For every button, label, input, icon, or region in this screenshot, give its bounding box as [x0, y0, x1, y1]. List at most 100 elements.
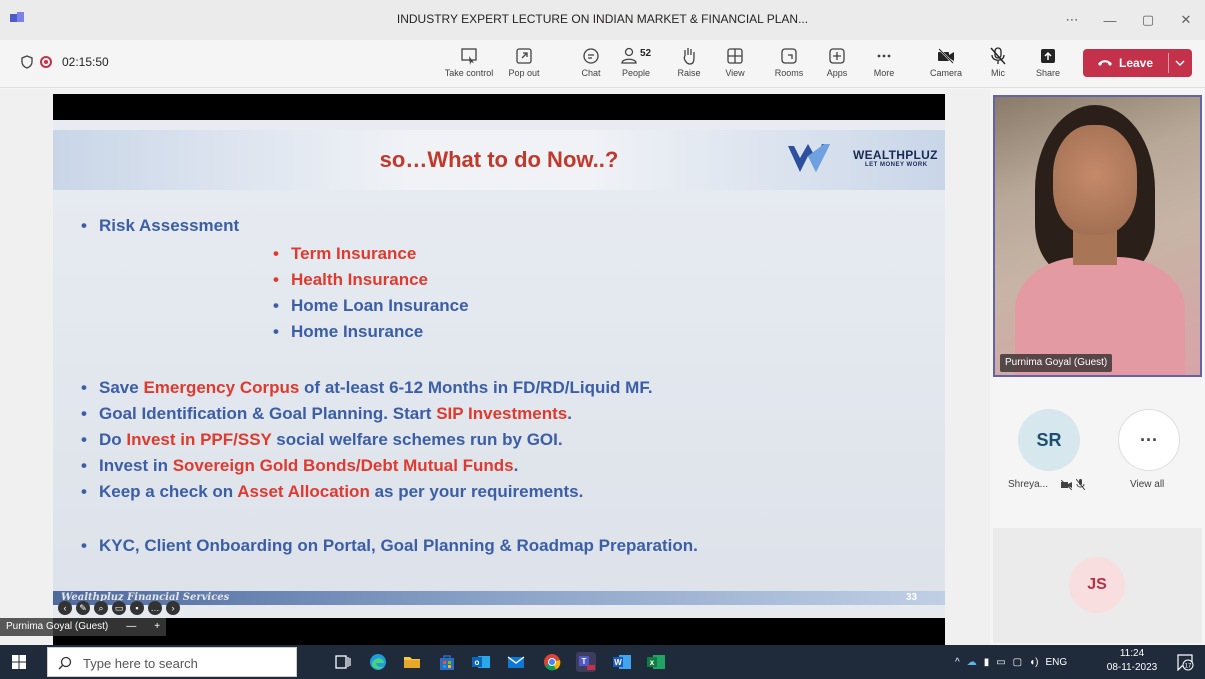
more-button[interactable]: More — [870, 44, 898, 84]
mic-off-icon — [1076, 479, 1085, 490]
recording-icon — [40, 56, 52, 68]
presentation-controls: ‹ ✎ ⌕ ▭ ▪ … › — [58, 601, 180, 615]
maximize-button[interactable]: ▢ — [1129, 12, 1167, 28]
captions-icon[interactable]: ▭ — [112, 601, 126, 615]
camera-off-icon — [938, 48, 954, 64]
rooms-button[interactable]: Rooms — [772, 44, 806, 84]
pop-out-button[interactable]: Pop out — [506, 44, 542, 84]
windows-taskbar: Type here to search o T W x ^ ☁ ▮ ▭ ▢ ◖)… — [0, 645, 1205, 679]
more-options-icon[interactable]: … — [148, 601, 162, 615]
pop-out-icon — [516, 48, 532, 64]
taskbar-clock[interactable]: 11:24 08-11-2023 — [1102, 647, 1162, 675]
close-button[interactable]: ✕ — [1167, 12, 1205, 28]
slide-footer: Wealthpluz Financial Services 33 — [53, 591, 945, 618]
minimize-button[interactable]: — — [1091, 13, 1129, 28]
participant-avatar-sr[interactable]: SR — [1018, 409, 1080, 471]
microphone-tray-icon[interactable]: ▮ — [984, 657, 990, 668]
bullet: • Goal Identification & Goal Planning. St… — [81, 404, 572, 423]
meeting-toolbar: 02:15:50 Take control Pop out Chat 52 Pe… — [0, 40, 1205, 88]
apps-button[interactable]: Apps — [823, 44, 851, 84]
onedrive-icon[interactable]: ☁ — [967, 657, 977, 668]
zoom-out-button[interactable]: — — [126, 618, 136, 636]
slide-letterbox-bottom — [53, 618, 945, 645]
sub-bullet: • Home Insurance — [273, 322, 424, 341]
mic-button[interactable]: Mic — [984, 44, 1012, 84]
store-icon[interactable] — [437, 652, 457, 672]
view-all-button[interactable]: ··· — [1118, 409, 1180, 471]
participant-avatar-js[interactable]: JS — [1069, 557, 1125, 613]
logo-tagline: LET MONEY WORK — [865, 162, 928, 168]
participant-video-tile[interactable]: Purnima Goyal (Guest) — [993, 95, 1202, 377]
people-icon — [621, 47, 637, 64]
notification-count: 17 — [1185, 664, 1192, 670]
zoom-in-button[interactable]: + — [154, 618, 160, 636]
slide-page-number: 33 — [906, 592, 918, 603]
take-control-button[interactable]: Take control — [441, 44, 497, 84]
raise-hand-button[interactable]: Raise — [674, 44, 704, 84]
chat-icon — [583, 48, 599, 64]
clock-date: 08-11-2023 — [1106, 662, 1158, 673]
network-icon[interactable]: ▢ — [1013, 657, 1022, 668]
share-icon — [1041, 49, 1055, 63]
people-count: 52 — [640, 48, 652, 59]
word-icon[interactable]: W — [612, 652, 632, 672]
outlook-icon[interactable]: o — [471, 652, 491, 672]
rooms-icon — [781, 48, 797, 64]
file-explorer-icon[interactable] — [402, 652, 422, 672]
shield-icon[interactable] — [21, 55, 33, 69]
slide-header: so…What to do Now..? WEALTHPLUZ LET MONE… — [53, 130, 945, 190]
camera-icon[interactable]: ▪ — [130, 601, 144, 615]
system-tray: ^ ☁ ▮ ▭ ▢ ◖) ENG — [955, 645, 1067, 679]
zoom-icon[interactable]: ⌕ — [94, 601, 108, 615]
battery-icon[interactable]: ▭ — [996, 657, 1005, 668]
windows-start-icon[interactable] — [12, 655, 26, 669]
video-tile-name: Purnima Goyal (Guest) — [1000, 354, 1113, 372]
bullet: • Keep a check on Asset Allocation as per… — [81, 482, 584, 501]
footer-bar: Wealthpluz Financial Services 33 — [53, 591, 945, 605]
taskbar-search-box[interactable]: Type here to search — [47, 647, 297, 677]
chat-button[interactable]: Chat — [577, 44, 605, 84]
svg-text:o: o — [475, 658, 480, 667]
svg-text:W: W — [614, 658, 622, 667]
next-slide-icon[interactable]: › — [166, 601, 180, 615]
chrome-icon[interactable] — [542, 652, 562, 672]
people-button[interactable]: 52 People — [618, 44, 654, 84]
share-button[interactable]: Share — [1033, 44, 1063, 84]
bullet: • Do Invest in PPF/SSY social welfare sch… — [81, 430, 563, 449]
chevron-down-icon[interactable] — [1174, 57, 1186, 69]
participant-name: Shreya... — [1008, 479, 1049, 490]
camera-button[interactable]: Camera — [928, 44, 964, 84]
sub-bullet: • Term Insurance — [273, 244, 417, 263]
mail-icon[interactable] — [506, 652, 526, 672]
search-icon — [58, 656, 72, 670]
title-bar: INDUSTRY EXPERT LECTURE ON INDIAN MARKET… — [0, 0, 1205, 40]
excel-icon[interactable]: x — [646, 652, 666, 672]
view-icon — [727, 48, 743, 64]
view-button[interactable]: View — [721, 44, 749, 84]
raise-hand-icon — [683, 48, 695, 65]
svg-text:x: x — [650, 658, 655, 667]
previous-slide-icon[interactable]: ‹ — [58, 601, 72, 615]
volume-icon[interactable]: ◖) — [1029, 657, 1038, 668]
leave-button[interactable]: Leave — [1083, 49, 1192, 77]
presenter-name: Purnima Goyal (Guest) — [6, 621, 109, 632]
show-hidden-icons-icon[interactable]: ^ — [955, 657, 960, 668]
language-indicator[interactable]: ENG — [1046, 657, 1068, 668]
camera-off-icon — [1061, 480, 1072, 490]
window-more-button[interactable]: ⋯ — [1053, 12, 1091, 28]
window-title: INDUSTRY EXPERT LECTURE ON INDIAN MARKET… — [396, 12, 809, 26]
shared-screen: so…What to do Now..? WEALTHPLUZ LET MONE… — [0, 89, 990, 645]
search-placeholder: Type here to search — [83, 656, 198, 671]
pen-icon[interactable]: ✎ — [76, 601, 90, 615]
slide-letterbox-top — [53, 94, 945, 120]
edge-icon[interactable] — [368, 652, 388, 672]
teams-taskbar-icon[interactable]: T — [576, 652, 596, 672]
mic-off-icon — [990, 47, 1006, 65]
sub-bullet: • Health Insurance — [273, 270, 428, 289]
view-all-label[interactable]: View all — [1130, 479, 1164, 490]
presenter-label: Purnima Goyal (Guest) — + — [0, 618, 167, 636]
task-view-icon[interactable] — [333, 652, 353, 672]
take-control-icon — [461, 48, 477, 65]
notification-center-icon[interactable]: 17 — [1176, 653, 1194, 671]
apps-icon — [829, 48, 845, 64]
